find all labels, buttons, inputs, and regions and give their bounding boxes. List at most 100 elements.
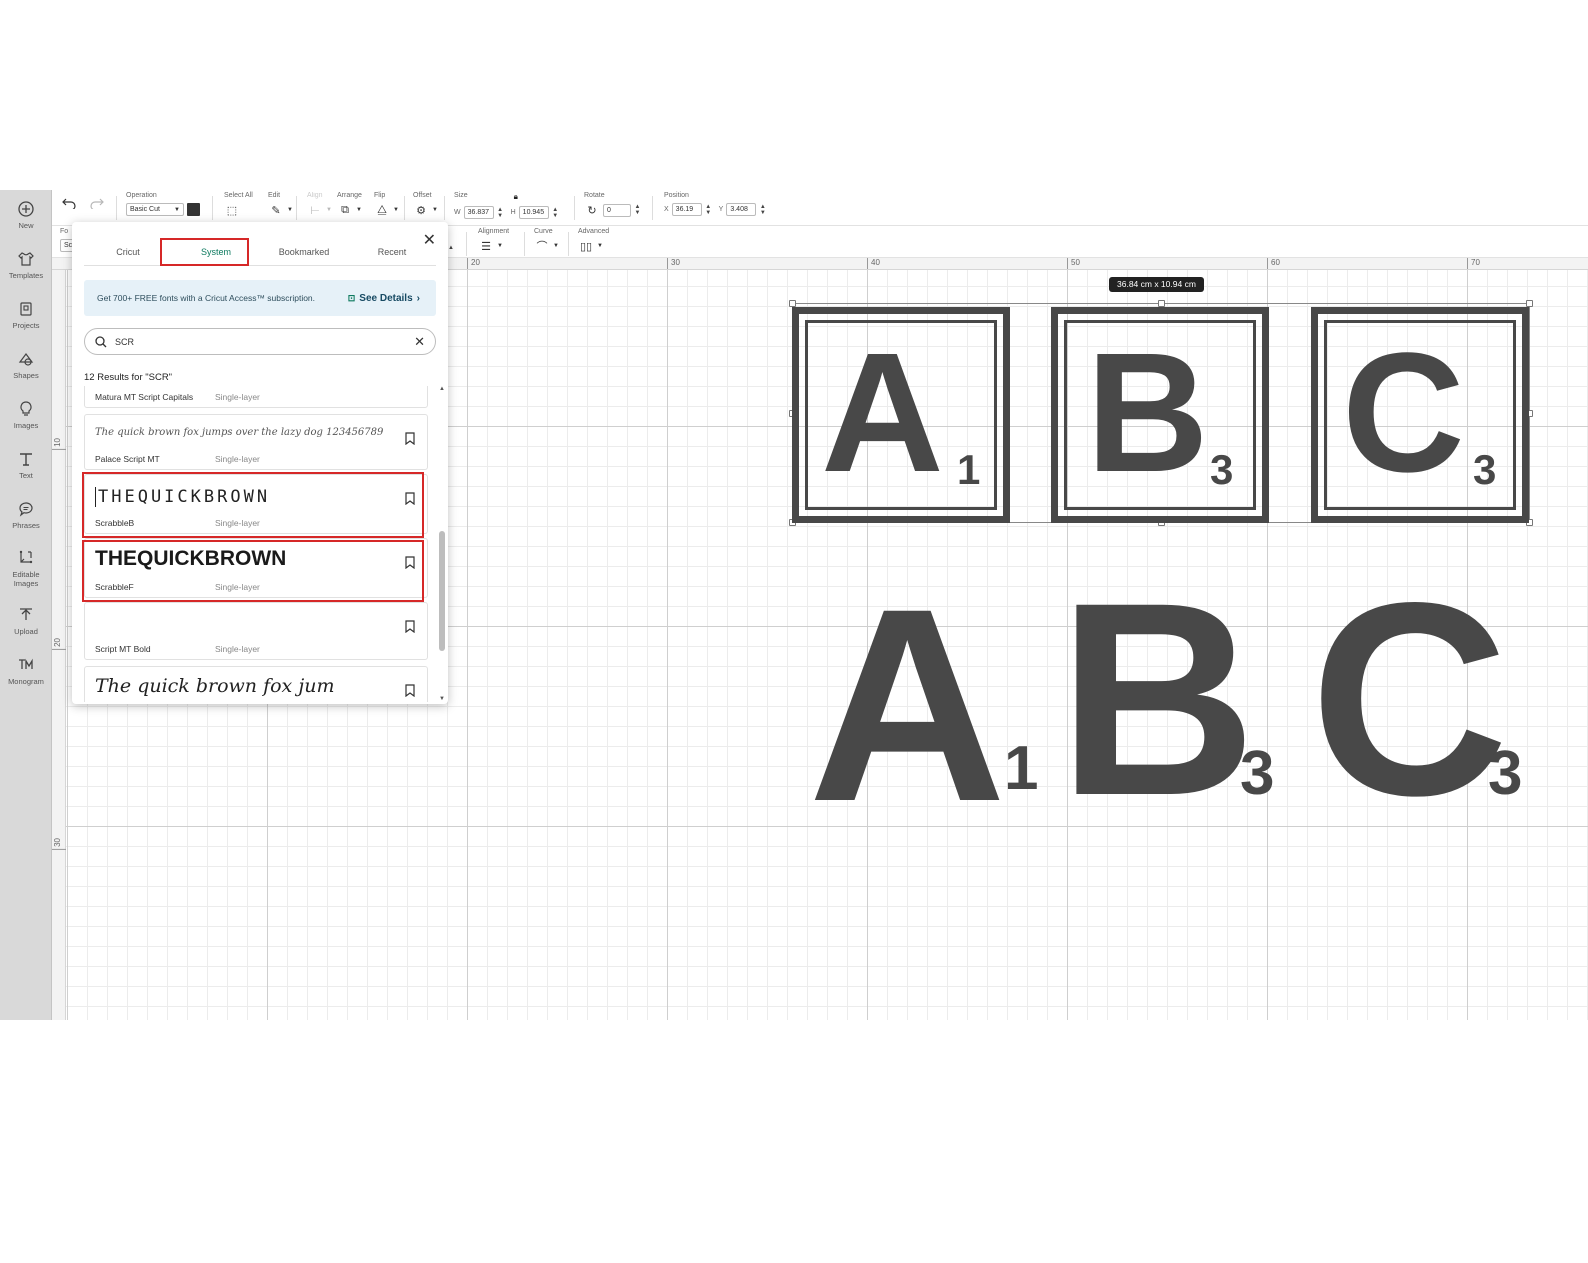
sidebar-item-editable-images[interactable]: Editable Images xyxy=(0,540,52,596)
clear-search-icon[interactable]: ✕ xyxy=(414,334,425,350)
large-score-c: 3 xyxy=(1488,739,1523,808)
arrange-icon[interactable]: ⧉ xyxy=(337,203,353,217)
font-card-palace-script[interactable]: The quick brown fox jumps over the lazy … xyxy=(84,414,428,470)
y-stepper[interactable]: ▲ ▼ xyxy=(759,204,766,216)
align-text-icon[interactable]: ☰ xyxy=(478,239,494,253)
redo-icon[interactable] xyxy=(90,197,104,209)
height-input[interactable]: 10.945 xyxy=(518,206,549,219)
tab-bookmarked[interactable]: Bookmarked xyxy=(260,242,348,265)
lock-icon[interactable]: 🔒︎ xyxy=(514,192,518,202)
height-stepper[interactable]: ▲ ▼ xyxy=(552,207,559,219)
text-icon xyxy=(20,453,32,466)
font-sample: THEQUICKBROWN xyxy=(95,487,391,507)
sidebar-item-images[interactable]: Images xyxy=(0,390,52,440)
advanced-label: Advanced xyxy=(578,228,610,235)
ruler-tick: 20 xyxy=(467,258,480,269)
font-card-scrabbleb[interactable]: THEQUICKBROWN ScrabbleB Single-layer xyxy=(84,474,428,534)
width-stepper[interactable]: ▲ ▼ xyxy=(497,207,504,219)
sidebar-item-text[interactable]: Text xyxy=(0,440,52,490)
tab-recent[interactable]: Recent xyxy=(348,242,436,265)
bookmark-icon[interactable] xyxy=(405,556,415,569)
font-search-input[interactable]: SCR ✕ xyxy=(84,328,436,355)
lightbulb-icon xyxy=(20,401,32,416)
operation-value: Basic Cut xyxy=(130,206,160,213)
chevron-down-icon: ▼ xyxy=(553,243,559,249)
font-list-scrollbar[interactable]: ▲ ▼ xyxy=(438,386,446,702)
width-label: W xyxy=(454,209,461,216)
scroll-down-icon[interactable]: ▼ xyxy=(439,696,445,702)
toolbar-divider xyxy=(652,196,653,220)
large-letter-a[interactable]: A xyxy=(808,568,1007,843)
font-name: Matura MT Script Capitals xyxy=(95,392,194,402)
sidebar-item-projects[interactable]: Projects xyxy=(0,290,52,340)
left-sidebar: New Templates Projects Shapes Images Tex… xyxy=(0,190,52,1020)
y-input[interactable]: 3.408 xyxy=(726,203,757,216)
sidebar-item-upload[interactable]: Upload xyxy=(0,596,52,646)
ruler-tick: 10 xyxy=(52,438,66,450)
scroll-thumb[interactable] xyxy=(439,531,445,651)
font-card-handwriting[interactable]: The quick brown fox jum xyxy=(84,666,428,702)
bookmark-icon[interactable] xyxy=(405,620,415,633)
width-input[interactable]: 36.837 xyxy=(463,206,494,219)
flip-icon[interactable]: ⧋ xyxy=(374,203,390,217)
align-icon[interactable]: ⊢ xyxy=(307,203,323,217)
font-sample: The quick brown fox jumps over the lazy … xyxy=(95,427,384,438)
scroll-up-icon[interactable]: ▲ xyxy=(439,386,445,392)
size-badge: 36.84 cm x 10.94 cm xyxy=(1109,277,1204,292)
projects-icon xyxy=(20,302,32,316)
curve-label: Curve xyxy=(534,228,553,235)
tile-score: 3 xyxy=(1473,446,1497,493)
offset-icon[interactable]: ⚙ xyxy=(413,203,429,217)
sidebar-item-phrases[interactable]: Phrases xyxy=(0,490,52,540)
search-value: SCR xyxy=(115,336,135,347)
select-all-icon[interactable]: ⬚ xyxy=(224,203,240,217)
resize-handle[interactable] xyxy=(789,300,796,307)
scrabble-tile-a[interactable]: A 1 xyxy=(792,307,1010,523)
operation-select[interactable]: Basic Cut ▼ xyxy=(126,203,184,216)
sidebar-label: Projects xyxy=(12,321,40,330)
height-label: H xyxy=(510,209,516,216)
banner-text: Get 700+ FREE fonts with a Cricut Access… xyxy=(97,293,316,303)
sidebar-item-new[interactable]: New xyxy=(0,190,52,240)
tab-cricut[interactable]: Cricut xyxy=(84,242,172,265)
resize-handle[interactable] xyxy=(1526,300,1533,307)
offset-group: Offset ⚙ ▼ xyxy=(413,192,438,224)
font-card-matura[interactable]: Matura MT Script Capitals Single-layer xyxy=(84,386,428,408)
chevron-down-icon: ▼ xyxy=(287,207,293,213)
sidebar-item-shapes[interactable]: Shapes xyxy=(0,340,52,390)
sidebar-item-templates[interactable]: Templates xyxy=(0,240,52,290)
tile-letter: C xyxy=(1342,318,1465,508)
bookmark-icon[interactable] xyxy=(405,432,415,445)
font-card-scrabblef[interactable]: THEQUICKBROWN ScrabbleF Single-layer xyxy=(84,538,428,598)
edit-label: Edit xyxy=(268,192,281,199)
tab-system[interactable]: System xyxy=(172,242,260,266)
search-icon xyxy=(95,335,107,347)
font-card-script-mt-bold[interactable]: Script MT Bold Single-layer xyxy=(84,602,428,660)
rotate-stepper[interactable]: ▲ ▼ xyxy=(634,204,641,216)
pencil-icon[interactable]: ✎ xyxy=(268,203,284,217)
toolbar-divider xyxy=(296,196,297,220)
rotate-input[interactable]: 0 xyxy=(603,203,631,217)
scrabble-tile-b[interactable]: B 3 xyxy=(1051,307,1269,523)
color-swatch[interactable] xyxy=(187,203,200,216)
bookmark-icon[interactable] xyxy=(405,492,415,505)
chevron-down-icon: ▼ xyxy=(432,207,438,213)
large-letter-b[interactable]: B xyxy=(1058,562,1257,837)
x-stepper[interactable]: ▲ ▼ xyxy=(705,204,712,216)
resize-handle[interactable] xyxy=(1158,300,1165,307)
scrabble-tile-c[interactable]: C 3 xyxy=(1311,307,1529,523)
large-letter-c[interactable]: C xyxy=(1310,562,1509,837)
advanced-icon[interactable]: ▯▯ xyxy=(578,239,594,253)
rotate-icon[interactable]: ↻ xyxy=(584,203,600,217)
chevron-right-icon: › xyxy=(416,292,420,304)
chevron-down-icon: ▼ xyxy=(597,243,603,249)
undo-icon[interactable] xyxy=(62,197,76,209)
chevron-down-icon: ▼ xyxy=(174,206,180,213)
see-details-link[interactable]: ⊡ See Details › xyxy=(348,293,420,304)
ruler-tick: 40 xyxy=(867,258,880,269)
bookmark-icon[interactable] xyxy=(405,684,415,697)
x-input[interactable]: 36.19 xyxy=(671,203,702,216)
curve-icon[interactable]: ⌒ xyxy=(534,239,550,253)
cricut-design-space: New Templates Projects Shapes Images Tex… xyxy=(0,190,1588,1020)
sidebar-item-monogram[interactable]: Monogram xyxy=(0,646,52,696)
